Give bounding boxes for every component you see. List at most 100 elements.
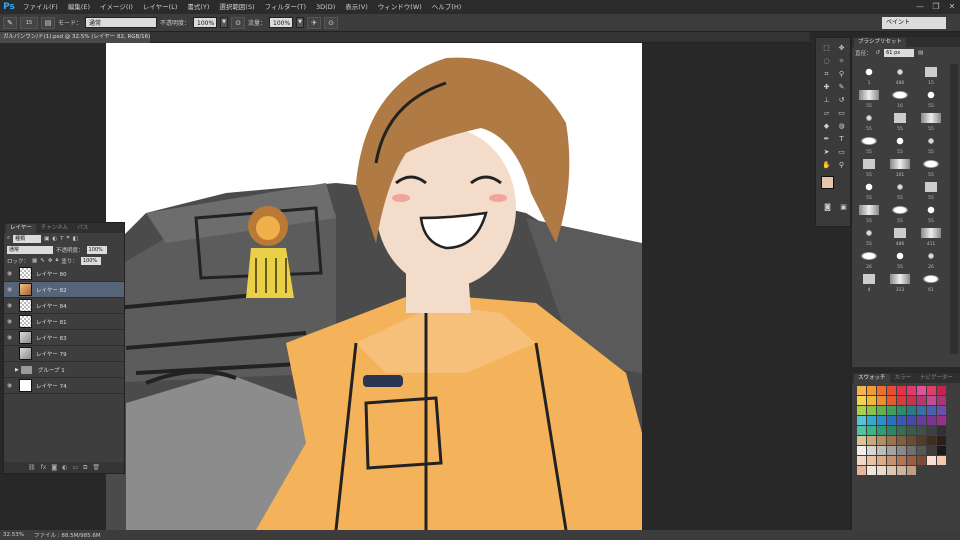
- type-tool-icon[interactable]: T: [835, 134, 848, 145]
- brush-preset[interactable]: 61: [916, 271, 946, 293]
- color-swatch[interactable]: [897, 406, 906, 415]
- brush-preset[interactable]: 101: [885, 156, 915, 178]
- tab-channels[interactable]: チャンネル: [36, 224, 73, 233]
- color-swatch[interactable]: [907, 456, 916, 465]
- color-swatch[interactable]: [937, 426, 946, 435]
- visibility-eye-icon[interactable]: ◉: [4, 286, 15, 293]
- color-swatch[interactable]: [937, 386, 946, 395]
- color-swatch[interactable]: [937, 396, 946, 405]
- brush-preset[interactable]: 55: [916, 156, 946, 178]
- visibility-eye-icon[interactable]: ◉: [4, 270, 15, 277]
- color-swatch[interactable]: [867, 466, 876, 475]
- color-swatch[interactable]: [867, 456, 876, 465]
- size-field[interactable]: 61 px: [884, 48, 915, 57]
- menu-item-1[interactable]: 編集(E): [63, 0, 95, 14]
- hand-tool-icon[interactable]: ✋: [820, 160, 833, 171]
- brush-preset[interactable]: 486: [885, 225, 915, 247]
- trash-icon[interactable]: 🗑︎: [92, 464, 100, 471]
- color-swatch[interactable]: [877, 446, 886, 455]
- color-swatch[interactable]: [937, 446, 946, 455]
- color-swatch[interactable]: [927, 426, 936, 435]
- color-swatch[interactable]: [877, 466, 886, 475]
- airbrush-icon[interactable]: ✈: [307, 16, 322, 29]
- pressure-size-icon[interactable]: ⊙: [324, 16, 339, 29]
- fill-field[interactable]: 100%: [80, 256, 101, 265]
- color-swatch[interactable]: [897, 436, 906, 445]
- color-swatch[interactable]: [877, 456, 886, 465]
- color-swatch[interactable]: [857, 436, 866, 445]
- brush-preset[interactable]: 55: [885, 202, 915, 224]
- brush-preset[interactable]: 313: [885, 271, 915, 293]
- color-swatch[interactable]: [897, 446, 906, 455]
- color-swatch[interactable]: [857, 386, 866, 395]
- color-swatch[interactable]: [887, 466, 896, 475]
- foreground-color[interactable]: [821, 176, 834, 189]
- color-swatch[interactable]: [887, 446, 896, 455]
- menu-item-9[interactable]: ウィンドウ(W): [373, 0, 427, 14]
- minimize-button[interactable]: —: [912, 0, 928, 14]
- color-swatch[interactable]: [897, 466, 906, 475]
- fx-icon[interactable]: fx: [41, 464, 47, 471]
- brush-panel-toggle-icon[interactable]: ▤: [41, 16, 55, 29]
- expand-arrow-icon[interactable]: ▶: [15, 367, 19, 373]
- color-swatch[interactable]: [907, 446, 916, 455]
- visibility-eye-icon[interactable]: ◉: [4, 334, 15, 341]
- brush-preset[interactable]: 55: [854, 156, 884, 178]
- brush-tool-preset-icon[interactable]: ✎: [3, 16, 17, 29]
- lock-all-icon[interactable]: 🔒︎: [55, 257, 58, 264]
- color-swatch[interactable]: [917, 416, 926, 425]
- color-swatch[interactable]: [887, 406, 896, 415]
- color-swatch[interactable]: [887, 436, 896, 445]
- reset-size-icon[interactable]: ↺: [876, 50, 881, 56]
- color-swatch[interactable]: [867, 406, 876, 415]
- color-swatch[interactable]: [877, 396, 886, 405]
- shape-tool-icon[interactable]: ▭: [835, 147, 848, 158]
- adjustment-icon[interactable]: ◐: [62, 464, 67, 471]
- brush-preset[interactable]: 15: [916, 64, 946, 86]
- kind-filter-select[interactable]: 種類: [13, 234, 42, 243]
- brush-preset[interactable]: 26: [916, 248, 946, 270]
- layer-row[interactable]: ◉ レイヤー 84: [4, 298, 124, 314]
- artwork-canvas[interactable]: [106, 43, 642, 530]
- color-swatch[interactable]: [857, 456, 866, 465]
- color-swatch[interactable]: [897, 456, 906, 465]
- color-swatch[interactable]: [907, 436, 916, 445]
- color-swatch[interactable]: [937, 436, 946, 445]
- tab-brush-presets[interactable]: ブラシプリセット: [854, 38, 906, 47]
- color-swatch[interactable]: [887, 456, 896, 465]
- flow-field[interactable]: 100%: [269, 17, 294, 28]
- filter-shape-icon[interactable]: ⌗: [66, 235, 69, 242]
- opacity-field[interactable]: 100%: [193, 17, 218, 28]
- color-swatch[interactable]: [937, 416, 946, 425]
- quick-mask-icon[interactable]: ◙: [821, 202, 834, 213]
- layer-row[interactable]: ◉ レイヤー 80: [4, 266, 124, 282]
- layer-row[interactable]: ◉ レイヤー 83: [4, 330, 124, 346]
- color-swatch[interactable]: [927, 456, 936, 465]
- brush-preset[interactable]: 55: [885, 133, 915, 155]
- color-swatch[interactable]: [907, 416, 916, 425]
- tab-paths[interactable]: パス: [73, 224, 93, 233]
- layer-row[interactable]: レイヤー 79: [4, 346, 124, 362]
- color-swatch[interactable]: [937, 456, 946, 465]
- brush-preset[interactable]: 55: [854, 133, 884, 155]
- color-swatch[interactable]: [877, 406, 886, 415]
- tab-layers[interactable]: レイヤー: [6, 224, 36, 233]
- color-swatch[interactable]: [857, 416, 866, 425]
- maximize-button[interactable]: ❐: [928, 0, 944, 14]
- link-icon[interactable]: ⛓: [28, 464, 36, 471]
- color-swatch[interactable]: [867, 416, 876, 425]
- color-swatch[interactable]: [937, 406, 946, 415]
- brush-tool-icon[interactable]: ✎: [835, 82, 848, 93]
- menu-item-4[interactable]: 書式(Y): [182, 0, 214, 14]
- brush-preset[interactable]: 55: [916, 179, 946, 201]
- marquee-tool-icon[interactable]: ⬚: [820, 43, 833, 54]
- crop-tool-icon[interactable]: ⌗: [820, 69, 833, 80]
- lock-transparent-icon[interactable]: ▦: [32, 258, 37, 264]
- brush-preset[interactable]: 26: [854, 248, 884, 270]
- menu-item-2[interactable]: イメージ(I): [95, 0, 138, 14]
- layer-row[interactable]: ◉ レイヤー 82: [4, 282, 124, 298]
- blur-tool-icon[interactable]: ◆: [820, 121, 833, 132]
- color-swatch[interactable]: [917, 396, 926, 405]
- new-layer-icon[interactable]: ⧉: [83, 464, 87, 472]
- eyedropper-tool-icon[interactable]: ⚲: [835, 69, 848, 80]
